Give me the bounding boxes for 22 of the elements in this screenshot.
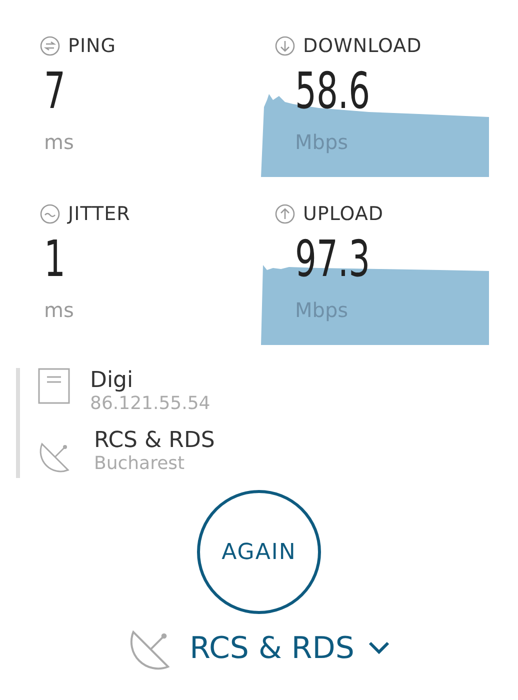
metric-label: DOWNLOAD bbox=[303, 35, 422, 57]
provider-name: RCS & RDS bbox=[94, 428, 215, 453]
server-selector[interactable]: RCS & RDS bbox=[128, 624, 390, 672]
metric-unit: ms bbox=[44, 130, 74, 154]
metric-value: 58.6 bbox=[295, 62, 370, 120]
metric-unit: ms bbox=[44, 298, 74, 322]
ping-icon bbox=[40, 36, 60, 56]
metric-label: JITTER bbox=[68, 203, 130, 225]
metric-value: 1 bbox=[44, 230, 66, 288]
metric-label: UPLOAD bbox=[303, 203, 384, 225]
metric-label: PING bbox=[68, 35, 116, 57]
download-icon bbox=[275, 36, 295, 56]
again-button[interactable]: AGAIN bbox=[197, 490, 321, 614]
server-location: Bucharest bbox=[94, 453, 186, 474]
wave-icon bbox=[40, 204, 60, 224]
provider-name: Digi bbox=[90, 368, 134, 393]
upload-icon bbox=[275, 204, 295, 224]
chevron-down-icon bbox=[368, 641, 390, 655]
document-icon bbox=[38, 368, 70, 404]
metric-value: 7 bbox=[44, 62, 66, 120]
metric-value: 97.3 bbox=[295, 230, 370, 288]
ip-address: 86.121.55.54 bbox=[90, 393, 210, 414]
